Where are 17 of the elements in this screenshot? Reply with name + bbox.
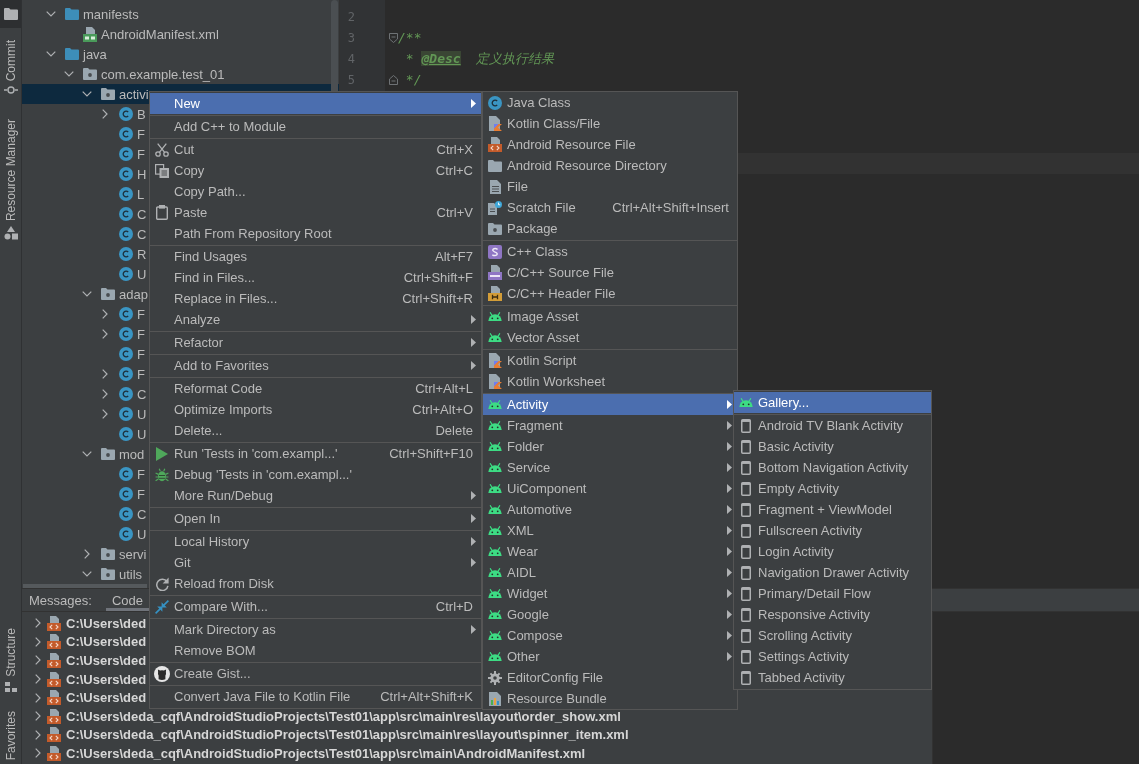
panel-title: Messages:	[29, 592, 92, 608]
shortcut-text: Ctrl+Shift+R	[402, 291, 473, 306]
shortcut-text: Alt+F7	[435, 249, 473, 264]
code-line: /**	[398, 30, 422, 45]
shortcut-text: Ctrl+X	[436, 142, 473, 157]
shortcut-text: Ctrl+Shift+F10	[389, 446, 473, 461]
shortcut-text: Ctrl+Alt+Shift+K	[380, 689, 473, 704]
shortcut-text: Ctrl+D	[435, 599, 473, 614]
shortcut-text: Ctrl+Alt+O	[412, 402, 473, 417]
code-line: */	[404, 72, 422, 87]
shortcut-text: Ctrl+Shift+F	[403, 270, 473, 285]
shortcut-text: Delete	[435, 423, 473, 438]
shortcut-text: Ctrl+V	[436, 205, 473, 220]
shortcut-text: Ctrl+Alt+Shift+Insert	[612, 200, 729, 215]
code-line: * @Desc 定义执行结果	[404, 49, 555, 68]
shortcut-text: Ctrl+Alt+L	[415, 381, 473, 396]
shortcut-text: Ctrl+C	[435, 163, 473, 178]
